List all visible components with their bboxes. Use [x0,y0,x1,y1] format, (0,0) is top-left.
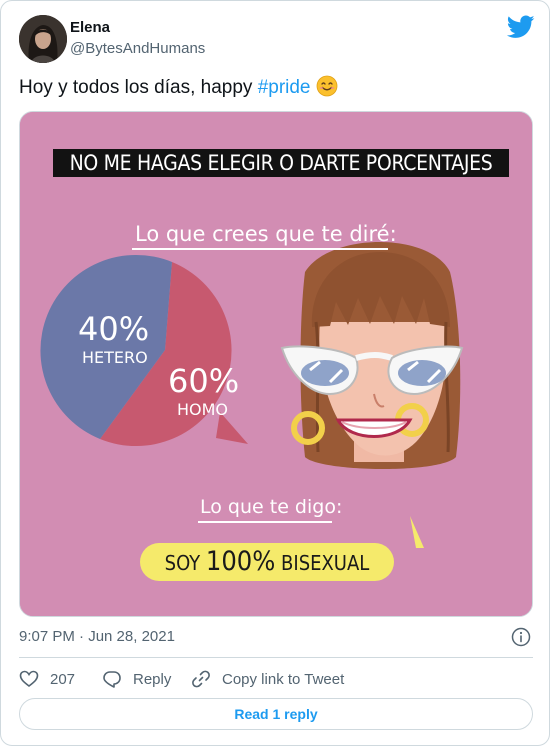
hashtag-link[interactable]: #pride [258,77,311,98]
heart-icon [19,670,39,688]
tweet-card: Elena @BytesAndHumans Hoy y todos los dí… [0,0,550,746]
tweet-text: Hoy y todos los días, happy #pride [19,75,338,100]
read-replies-button[interactable]: Read 1 reply [19,698,533,730]
like-button[interactable]: 207 [19,669,75,689]
reply-icon [103,671,121,688]
link-icon [192,670,210,688]
caption-top-underline [132,248,388,250]
reply-button[interactable]: Reply [102,669,171,689]
like-count: 207 [50,670,76,688]
divider [19,657,533,658]
tweet-body: Hoy y todos los días, happy [19,77,258,98]
caption-bottom: Lo que te digo: [200,496,343,518]
reply-label: Reply [133,670,172,688]
bubble-prefix: SOY [164,551,206,575]
pie-label-homo: HOMO [177,400,229,419]
caption-bottom-underline [198,521,332,523]
copy-link-button[interactable]: Copy link to Tweet [191,669,344,689]
twitter-bird-icon[interactable] [507,15,535,39]
bubble-text: SOY 100% BISEXUAL [140,544,394,580]
avatar[interactable] [19,15,67,63]
bubble-suffix: BISEXUAL [275,551,370,575]
timestamp[interactable]: 9:07 PM · Jun 28, 2021 [19,628,175,645]
smiling-face-icon [316,75,338,97]
author-name[interactable]: Elena [70,19,110,36]
banner-title: NO ME HAGAS ELEGIR O DARTE PORCENTAJES [53,149,509,177]
copy-link-label: Copy link to Tweet [222,670,345,688]
pie-percent-homo: 60% [168,362,240,400]
info-icon[interactable] [511,627,531,647]
tweet-image[interactable]: NO ME HAGAS ELEGIR O DARTE PORCENTAJES L… [19,111,533,617]
author-handle[interactable]: @BytesAndHumans [70,40,205,57]
pie-percent-hetero: 40% [78,310,150,348]
pie-label-hetero: HETERO [82,348,148,367]
bubble-number: 100% [205,546,276,577]
caption-top: Lo que crees que te diré: [135,222,397,246]
